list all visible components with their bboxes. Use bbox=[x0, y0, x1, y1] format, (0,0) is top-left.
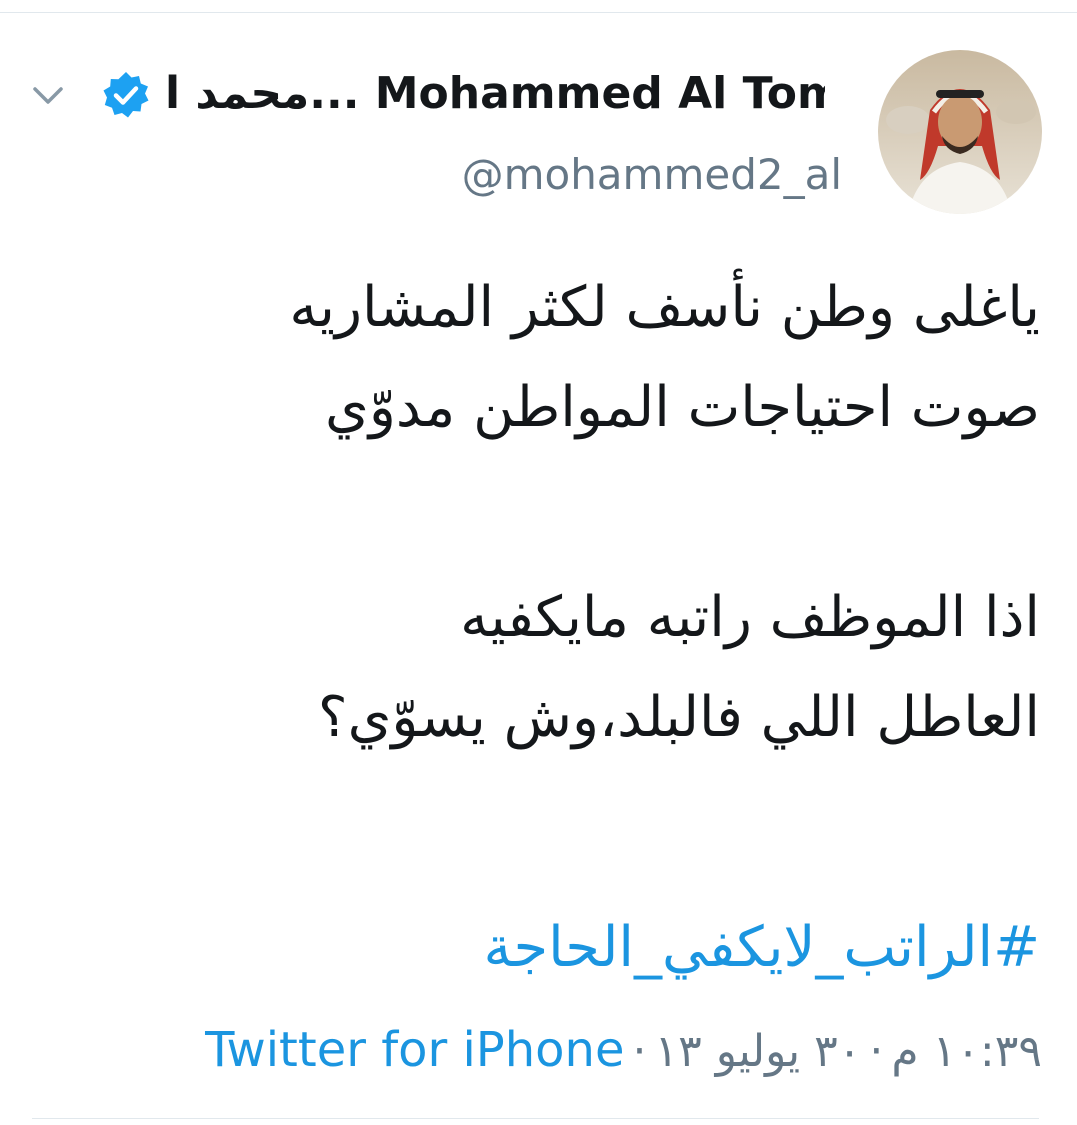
tweet-date[interactable]: ٣٠ يوليو ١٣ bbox=[655, 1026, 862, 1077]
chevron-down-icon[interactable] bbox=[30, 80, 66, 110]
user-handle[interactable]: @mohammed2_al bbox=[400, 145, 842, 205]
top-divider bbox=[0, 12, 1077, 13]
hashtag-link[interactable]: #الراتب_لايكفي_الحاجة bbox=[40, 908, 1041, 988]
bottom-divider bbox=[32, 1118, 1039, 1119]
avatar[interactable] bbox=[878, 50, 1042, 214]
display-name[interactable]: محمد ا... Mohammed Al Tom bbox=[165, 62, 825, 126]
tweet-line: العاطل اللي فالبلد،وش يسوّي؟ bbox=[317, 685, 1040, 750]
verified-badge-icon bbox=[101, 70, 151, 120]
tweet-text: ياغلى وطن نأسف لكثر المشاريه صوت احتياجا… bbox=[40, 258, 1040, 768]
tweet-meta: ١٠:٣٩ م·٣٠ يوليو ١٣·Twitter for iPhone bbox=[200, 1018, 1042, 1084]
tweet-line: اذا الموظف راتبه مايكفيه bbox=[460, 585, 1040, 650]
meta-separator: · bbox=[632, 1026, 647, 1077]
meta-separator: · bbox=[869, 1026, 884, 1077]
tweet-source-link[interactable]: Twitter for iPhone bbox=[205, 1022, 624, 1078]
tweet-time[interactable]: ١٠:٣٩ م bbox=[891, 1026, 1042, 1077]
tweet-line: ياغلى وطن نأسف لكثر المشاريه bbox=[289, 275, 1040, 340]
tweet-line: صوت احتياجات المواطن مدوّي bbox=[325, 375, 1040, 440]
